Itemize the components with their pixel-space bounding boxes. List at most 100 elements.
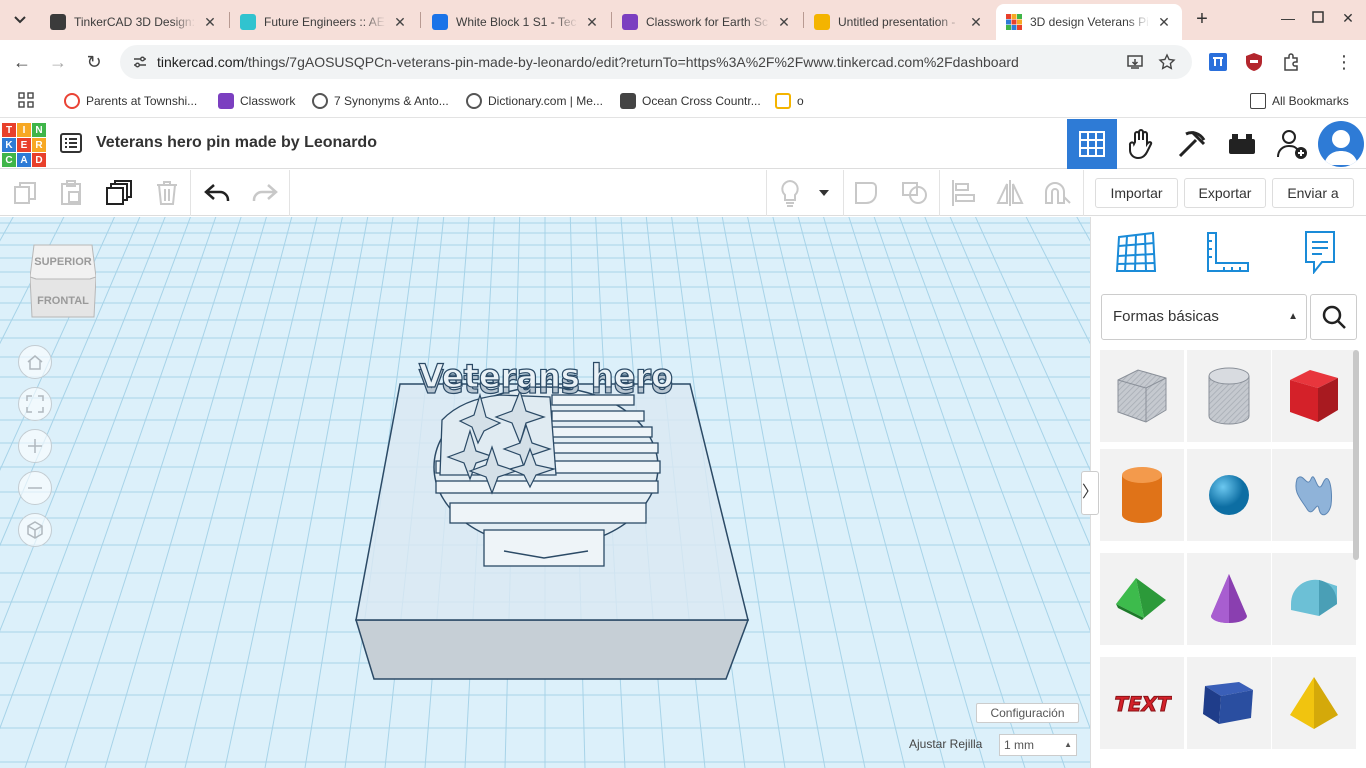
text-shape-icon: TEXT (1112, 692, 1172, 717)
brick-icon (1229, 134, 1255, 154)
send-to-button[interactable]: Enviar a (1272, 178, 1354, 208)
tab-title: 3D design Veterans Pi (1030, 15, 1149, 29)
workplane-canvas[interactable]: Veterans hero Veterans hero SUPERIOR FRO… (0, 217, 1090, 768)
snap-grid-select[interactable]: 1 mm ▲ (999, 734, 1077, 756)
shape-round-roof[interactable] (1272, 553, 1356, 645)
zoom-out-button[interactable] (18, 471, 52, 505)
browser-tab[interactable]: Untitled presentation - ✕ (804, 4, 994, 40)
browser-tab[interactable]: Classwork for Earth Sc ✕ (612, 4, 802, 40)
bookmark-star-icon[interactable] (1158, 53, 1176, 71)
browser-tab[interactable]: Future Engineers :: AE ✕ (230, 4, 418, 40)
notes-tool[interactable] (1297, 229, 1343, 275)
tab-search-chevron-icon[interactable] (8, 8, 32, 32)
delete-button[interactable] (152, 178, 182, 208)
browser-tab[interactable]: TinkerCAD 3D Design: ✕ (40, 4, 228, 40)
browser-menu-icon[interactable]: ⋮ (1332, 50, 1356, 74)
close-tab-icon[interactable]: ✕ (776, 14, 792, 30)
group-button[interactable] (851, 178, 881, 208)
extension-shield-icon[interactable] (1244, 52, 1264, 72)
shape-category-dropdown[interactable]: Formas básicas ▲ (1101, 294, 1307, 340)
close-window-icon[interactable]: ✕ (1338, 10, 1358, 30)
workplane-tool[interactable] (1113, 229, 1159, 275)
bookmark-item[interactable]: Dictionary.com | Me... (466, 92, 603, 110)
maximize-icon[interactable] (1308, 10, 1328, 30)
duplicate-button[interactable] (104, 178, 134, 208)
shape-sphere[interactable] (1187, 449, 1271, 541)
shape-roof[interactable] (1100, 553, 1184, 645)
new-tab-plus-icon[interactable]: + (1190, 8, 1214, 32)
browser-tab-active[interactable]: 3D design Veterans Pi ✕ (996, 4, 1182, 40)
zoom-in-button[interactable] (18, 429, 52, 463)
site-info-icon[interactable] (132, 54, 148, 70)
panel-scrollbar[interactable] (1353, 350, 1359, 560)
roof-icon (1116, 578, 1166, 620)
collapse-panel-chevron-icon[interactable]: 〉 (1081, 471, 1099, 515)
shape-scribble[interactable] (1272, 449, 1356, 541)
invite-user-button[interactable] (1267, 119, 1317, 169)
design-title[interactable]: Veterans hero pin made by Leonardo (96, 134, 377, 152)
close-tab-icon[interactable]: ✕ (968, 14, 984, 30)
blocks-codeblocks-button[interactable] (1117, 119, 1167, 169)
add-user-icon (1277, 130, 1307, 159)
lego-bricks-button[interactable] (1217, 119, 1267, 169)
3d-view-grid-button[interactable] (1067, 119, 1117, 169)
shape-box[interactable] (1272, 350, 1356, 442)
close-tab-icon[interactable]: ✕ (584, 14, 600, 30)
ruler-tool[interactable] (1205, 229, 1251, 275)
shape-cylinder[interactable] (1100, 449, 1184, 541)
bookmark-item[interactable]: Classwork (218, 92, 295, 110)
ungroup-button[interactable] (900, 178, 930, 208)
fit-icon (26, 395, 44, 413)
shape-text[interactable]: TEXT (1100, 657, 1184, 749)
bookmark-item[interactable]: 7 Synonyms & Anto... (312, 92, 449, 110)
bookmark-item[interactable]: Parents at Townshi... (64, 92, 197, 110)
shape-half-box[interactable] (1187, 657, 1271, 749)
shape-box-hole[interactable] (1100, 350, 1184, 442)
address-bar[interactable]: tinkercad.com/things/7gAOSUSQPCn-veteran… (120, 45, 1192, 79)
forward-arrow-icon[interactable]: → (46, 50, 70, 74)
shape-search-button[interactable] (1310, 294, 1357, 340)
redo-icon (252, 184, 278, 201)
light-toggle-button[interactable] (775, 178, 805, 208)
close-tab-icon[interactable]: ✕ (202, 14, 218, 30)
bookmark-item[interactable]: Ocean Cross Countr... (620, 92, 761, 110)
paste-button[interactable] (56, 178, 86, 208)
shape-pyramid[interactable] (1272, 657, 1356, 749)
mirror-button[interactable] (995, 178, 1025, 208)
extensions-puzzle-icon[interactable] (1281, 52, 1301, 72)
browser-toolbar: ← → ↻ tinkercad.com/things/7gAOSUSQPCn-v… (0, 40, 1366, 84)
export-button[interactable]: Exportar (1184, 178, 1266, 208)
globe-icon (312, 93, 328, 109)
ortho-view-button[interactable] (18, 513, 52, 547)
reload-icon[interactable]: ↻ (82, 50, 106, 74)
extension-blue-icon[interactable] (1208, 52, 1228, 72)
settings-button[interactable]: Configuración (976, 703, 1079, 723)
import-button[interactable]: Importar (1095, 178, 1178, 208)
view-cube[interactable]: SUPERIOR FRONTAL (29, 241, 97, 321)
shape-cone[interactable] (1187, 553, 1271, 645)
home-view-button[interactable] (18, 345, 52, 379)
undo-button[interactable] (202, 178, 232, 208)
browser-tab[interactable]: White Block 1 S1 - Tec ✕ (422, 4, 610, 40)
back-arrow-icon[interactable]: ← (10, 50, 34, 74)
tinkercad-header: TIN KER CAD Veterans hero pin made by Le… (0, 119, 1366, 169)
apps-grid-icon[interactable] (18, 92, 34, 108)
bookmark-item[interactable]: o (775, 92, 804, 110)
tinkercad-logo[interactable]: TIN KER CAD (2, 123, 46, 167)
minimize-icon[interactable]: — (1278, 10, 1298, 30)
user-avatar[interactable] (1318, 121, 1364, 167)
close-tab-icon[interactable]: ✕ (392, 14, 408, 30)
bricks-tools-button[interactable] (1167, 119, 1217, 169)
all-bookmarks[interactable]: All Bookmarks (1250, 92, 1349, 110)
align-button[interactable] (948, 178, 978, 208)
install-app-icon[interactable] (1126, 53, 1144, 71)
copy-button[interactable] (10, 178, 40, 208)
shape-cylinder-hole[interactable] (1187, 350, 1271, 442)
design-list-icon[interactable] (60, 133, 82, 153)
close-tab-icon[interactable]: ✕ (1156, 14, 1172, 30)
light-dropdown-button[interactable] (812, 178, 836, 208)
cruise-magnet-button[interactable] (1042, 178, 1072, 208)
redo-button[interactable] (250, 178, 280, 208)
veterans-pin-model[interactable]: Veterans hero Veterans hero (354, 356, 750, 680)
fit-view-button[interactable] (18, 387, 52, 421)
